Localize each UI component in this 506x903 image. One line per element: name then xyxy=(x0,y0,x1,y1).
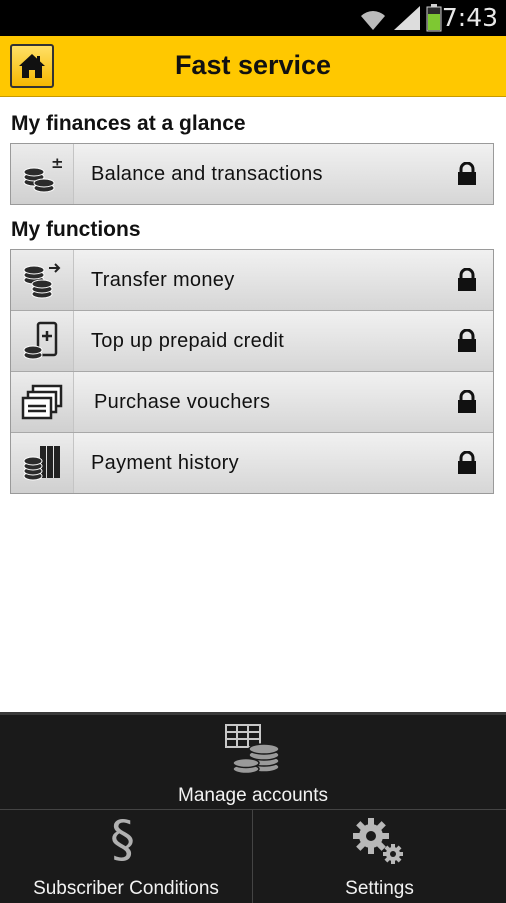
lock-icon xyxy=(458,451,476,474)
list-item-label: Payment history xyxy=(91,452,239,474)
manage-accounts-label: Manage accounts xyxy=(178,785,328,806)
list-item-transfer-money[interactable]: Transfer money xyxy=(11,250,493,310)
functions-list: Transfer money Top up prepaid credit Pur… xyxy=(10,249,494,494)
section-heading-functions: My functions xyxy=(11,218,141,241)
page-title: Fast service xyxy=(174,50,332,80)
app-header: Fast service xyxy=(0,36,506,97)
list-item-label: Purchase vouchers xyxy=(94,391,271,413)
manage-accounts-icon xyxy=(225,724,280,775)
wifi-icon xyxy=(361,11,385,30)
status-bar: 7:43 xyxy=(0,0,506,36)
clock: 7:43 xyxy=(441,3,498,32)
lock-icon xyxy=(458,329,476,352)
coins-plus-minus-icon: ± xyxy=(23,154,62,193)
bottom-bar: Manage accounts § Subscriber Conditions xyxy=(0,712,506,903)
lock-icon xyxy=(458,162,476,185)
phone-topup-icon xyxy=(23,321,58,360)
section-sign-icon: § xyxy=(110,810,135,868)
settings-label: Settings xyxy=(345,878,414,899)
finances-list: ± Balance and transactions xyxy=(10,143,494,205)
list-item-label: Top up prepaid credit xyxy=(91,330,285,352)
section-heading-finances: My finances at a glance xyxy=(11,112,246,135)
battery-icon xyxy=(426,4,442,32)
list-item-purchase-vouchers[interactable]: Purchase vouchers xyxy=(11,371,493,432)
list-item-payment-history[interactable]: Payment history xyxy=(11,432,493,493)
subscriber-conditions-button[interactable]: § Subscriber Conditions xyxy=(0,810,252,903)
list-item-top-up-credit[interactable]: Top up prepaid credit xyxy=(11,310,493,371)
subscriber-conditions-label: Subscriber Conditions xyxy=(33,878,219,899)
coins-transfer-icon xyxy=(23,263,61,299)
vouchers-icon xyxy=(21,384,63,420)
list-item-label: Transfer money xyxy=(91,269,235,291)
list-item-label: Balance and transactions xyxy=(91,163,323,185)
list-item-balance-transactions[interactable]: ± Balance and transactions xyxy=(11,144,493,204)
settings-button[interactable]: Settings xyxy=(253,810,506,903)
gear-icon xyxy=(353,818,403,864)
svg-text:±: ± xyxy=(51,154,62,172)
signal-icon xyxy=(394,6,420,30)
payment-history-icon xyxy=(23,446,60,481)
manage-accounts-button[interactable]: Manage accounts xyxy=(0,715,506,809)
lock-icon xyxy=(458,268,476,291)
lock-icon xyxy=(458,390,476,413)
